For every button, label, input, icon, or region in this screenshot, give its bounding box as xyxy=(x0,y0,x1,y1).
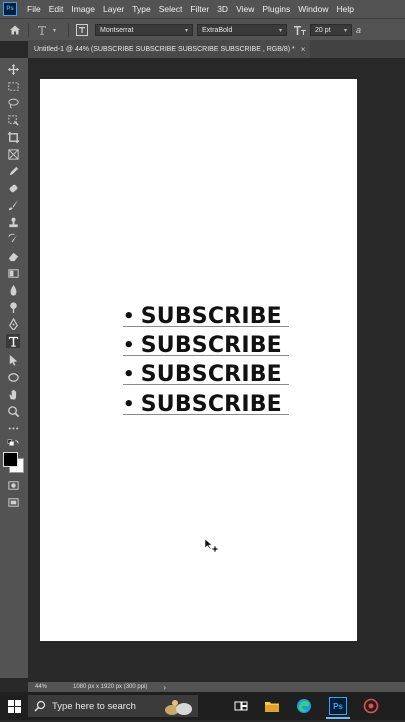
text-line-1[interactable]: • SUBSCRIBE xyxy=(123,303,282,329)
font-family-select[interactable]: Montserrat ▾ xyxy=(95,24,194,36)
font-family-value: Montserrat xyxy=(100,26,134,34)
move-tool-icon[interactable] xyxy=(6,62,20,76)
marquee-tool-icon[interactable] xyxy=(6,79,20,93)
default-colors-icon[interactable] xyxy=(6,438,20,448)
dodge-tool-icon[interactable] xyxy=(6,300,20,314)
document-tab-title: Untitled-1 @ 44% (SUBSCRIBE SUBSCRIBE SU… xyxy=(34,45,295,53)
tools-panel xyxy=(0,58,29,678)
text-baseline xyxy=(123,355,289,356)
separator xyxy=(28,23,29,37)
crop-tool-icon[interactable] xyxy=(6,130,20,144)
menu-file[interactable]: File xyxy=(23,4,45,14)
text-baseline xyxy=(123,414,289,415)
lasso-tool-icon[interactable] xyxy=(6,96,20,110)
edge-browser-icon[interactable] xyxy=(295,697,313,715)
home-icon[interactable] xyxy=(8,23,22,37)
file-explorer-icon[interactable] xyxy=(263,697,281,715)
search-placeholder: Type here to search xyxy=(52,700,136,712)
font-size-icon xyxy=(294,26,307,35)
text-line-4[interactable]: • SUBSCRIBE xyxy=(123,391,282,417)
search-icon xyxy=(34,700,46,712)
menu-layer[interactable]: Layer xyxy=(99,4,128,14)
quick-mask-icon[interactable] xyxy=(6,478,20,492)
menu-select[interactable]: Select xyxy=(155,4,187,14)
font-size-select[interactable]: 20 pt ▾ xyxy=(310,24,353,36)
search-highlight-icon[interactable] xyxy=(158,695,198,717)
subscribe-text: SUBSCRIBE xyxy=(140,303,282,329)
text-line-2[interactable]: • SUBSCRIBE xyxy=(123,332,282,358)
menu-view[interactable]: View xyxy=(232,4,258,14)
text-tool-preset-icon[interactable] xyxy=(35,23,49,37)
menu-3d[interactable]: 3D xyxy=(213,4,232,14)
anti-alias-icon[interactable]: a xyxy=(356,25,361,35)
document-tab-bar: Untitled-1 @ 44% (SUBSCRIBE SUBSCRIBE SU… xyxy=(28,40,405,58)
status-bar: 44% 1080 px x 1920 px (300 ppi) › xyxy=(28,682,405,692)
chevron-down-icon: ▾ xyxy=(279,27,283,34)
history-brush-tool-icon[interactable] xyxy=(6,232,20,246)
chevron-down-icon[interactable]: ▾ xyxy=(53,27,56,34)
text-line-3[interactable]: • SUBSCRIBE xyxy=(123,361,282,387)
options-bar: ▾ Montserrat ▾ ExtraBold ▾ 20 pt ▾ a xyxy=(0,18,405,41)
type-tool-icon[interactable] xyxy=(6,334,20,348)
photoshop-taskbar-icon[interactable]: Ps xyxy=(329,697,347,715)
menu-filter[interactable]: Filter xyxy=(186,4,213,14)
gradient-tool-icon[interactable] xyxy=(6,266,20,280)
bullet: • xyxy=(123,334,135,356)
menu-bar: Ps File Edit Image Layer Type Select Fil… xyxy=(0,0,405,18)
menu-edit[interactable]: Edit xyxy=(45,4,68,14)
active-indicator xyxy=(326,717,350,719)
menu-image[interactable]: Image xyxy=(67,4,99,14)
healing-brush-tool-icon[interactable] xyxy=(6,181,20,195)
screen-mode-icon[interactable] xyxy=(6,495,20,509)
menu-window[interactable]: Window xyxy=(294,4,332,14)
menu-help[interactable]: Help xyxy=(332,4,357,14)
bullet: • xyxy=(123,363,135,385)
text-orientation-icon[interactable] xyxy=(75,23,89,37)
font-style-value: ExtraBold xyxy=(202,26,233,34)
bullet: • xyxy=(123,393,135,415)
blur-tool-icon[interactable] xyxy=(6,283,20,297)
mouse-cursor-icon xyxy=(204,538,218,552)
foreground-color-swatch[interactable] xyxy=(3,452,18,467)
zoom-tool-icon[interactable] xyxy=(6,404,20,418)
brush-tool-icon[interactable] xyxy=(6,198,20,212)
chevron-down-icon: ▾ xyxy=(344,27,348,34)
document-dimensions: 1080 px x 1920 px (300 ppi) xyxy=(73,684,148,690)
frame-tool-icon[interactable] xyxy=(6,147,20,161)
object-selection-tool-icon[interactable] xyxy=(6,113,20,127)
document-canvas[interactable] xyxy=(40,79,357,641)
pen-tool-icon[interactable] xyxy=(6,317,20,331)
windows-start-icon[interactable] xyxy=(0,692,28,720)
font-style-select[interactable]: ExtraBold ▾ xyxy=(197,24,288,36)
separator xyxy=(68,23,70,37)
text-baseline xyxy=(123,326,289,327)
task-view-icon[interactable] xyxy=(232,697,250,715)
photoshop-logo-icon[interactable]: Ps xyxy=(3,2,17,16)
clone-stamp-tool-icon[interactable] xyxy=(6,215,20,229)
close-icon[interactable]: × xyxy=(301,45,306,54)
hand-tool-icon[interactable] xyxy=(6,387,20,401)
subscribe-text: SUBSCRIBE xyxy=(140,332,282,358)
more-tools-icon[interactable] xyxy=(6,421,20,435)
document-tab[interactable]: Untitled-1 @ 44% (SUBSCRIBE SUBSCRIBE SU… xyxy=(28,40,310,58)
path-selection-tool-icon[interactable] xyxy=(6,353,20,367)
chevron-down-icon: ▾ xyxy=(185,27,189,34)
text-baseline xyxy=(123,384,289,385)
status-arrow-icon[interactable]: › xyxy=(163,683,166,692)
subscribe-text: SUBSCRIBE xyxy=(140,361,282,387)
bullet: • xyxy=(123,305,135,327)
ellipse-tool-icon[interactable] xyxy=(6,370,20,384)
eraser-tool-icon[interactable] xyxy=(6,249,20,263)
menu-plugins[interactable]: Plugins xyxy=(258,4,294,14)
zoom-level[interactable]: 44% xyxy=(35,684,73,690)
taskbar-search-box[interactable]: Type here to search xyxy=(28,695,158,717)
subscribe-text: SUBSCRIBE xyxy=(140,391,282,417)
menu-type[interactable]: Type xyxy=(128,4,154,14)
eyedropper-tool-icon[interactable] xyxy=(6,164,20,178)
screen-recorder-icon[interactable] xyxy=(362,697,380,715)
font-size-value: 20 pt xyxy=(315,26,331,34)
